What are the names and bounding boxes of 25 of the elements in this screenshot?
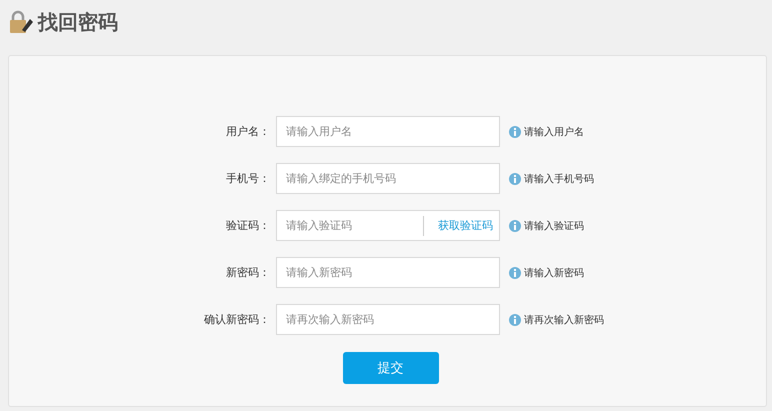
field-label: 确认新密码： [203, 312, 271, 327]
field-label: 用户名： [225, 124, 271, 139]
submit-button[interactable]: 提交 [342, 352, 438, 384]
field-hint: 请输入用户名 [524, 126, 584, 138]
field-label: 新密码： [225, 265, 271, 280]
input-field[interactable]: 请输入新密码 [276, 257, 500, 288]
input-field[interactable]: 请输入验证码 获取验证码 [276, 210, 500, 241]
get-code-button[interactable]: 获取验证码 [423, 216, 499, 236]
field-hint: 请输入验证码 [524, 220, 584, 232]
field-hint: 请输入新密码 [524, 266, 584, 280]
info-icon [509, 126, 521, 138]
field-label: 验证码： [225, 218, 271, 233]
input-field[interactable]: 请再次输入新密码 [276, 304, 500, 335]
info-icon [509, 266, 521, 278]
lock-icon [8, 10, 34, 34]
field-hint: 请再次输入新密码 [524, 314, 604, 326]
code-input[interactable]: 请输入验证码 [277, 211, 423, 240]
field-label: 手机号： [225, 171, 271, 186]
input-field[interactable]: 请输入用户名 [276, 116, 500, 147]
field-hint: 请输入手机号码 [524, 172, 594, 186]
info-icon [509, 172, 521, 184]
page-title: 找回密码 [38, 8, 118, 36]
input-field[interactable]: 请输入绑定的手机号码 [276, 163, 500, 194]
info-icon [509, 220, 521, 232]
info-icon [509, 314, 521, 326]
